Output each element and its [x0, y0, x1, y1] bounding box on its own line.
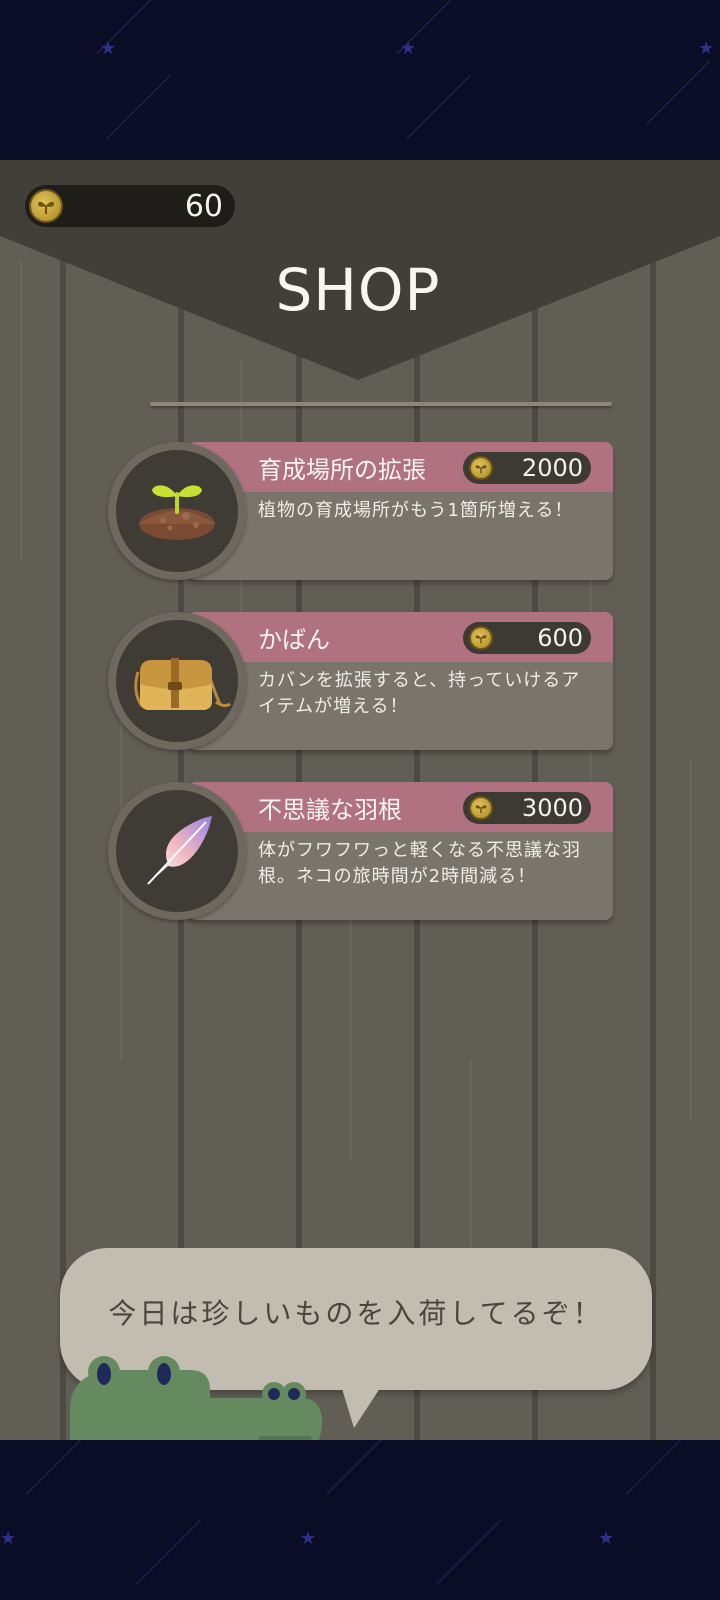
star-icon: ★	[100, 38, 117, 59]
star-icon: ★	[598, 1528, 615, 1549]
shopkeeper-message: 今日は珍しいものを入荷してるぞ！	[108, 1297, 604, 1330]
shop-panel: 60 SHOP 育成場所の拡張 2000 植物の育成場所がもう1箇所増える！ か…	[0, 160, 720, 1440]
item-description: 体がフワフワっと軽くなる不思議な羽根。ネコの旅時間が2時間減る！	[258, 840, 581, 887]
star-icon: ★	[0, 1528, 17, 1549]
item-header: かばん 600	[188, 612, 613, 662]
speech-bubble-tail	[340, 1382, 384, 1428]
coin-count: 60	[184, 189, 223, 224]
item-name: 不思議な羽根	[258, 796, 402, 824]
shop-item-expand-field[interactable]: 育成場所の拡張 2000 植物の育成場所がもう1箇所増える！	[108, 442, 613, 580]
shop-item-bag[interactable]: かばん 600 カバンを拡張すると、持っていけるアイテムが増える！	[108, 612, 613, 750]
item-description: 植物の育成場所がもう1箇所増える！	[258, 500, 574, 521]
star-icon: ★	[300, 1528, 317, 1549]
coin-icon	[29, 189, 63, 223]
item-price-badge: 3000	[463, 792, 591, 824]
item-icon-badge	[108, 442, 246, 580]
item-icon-badge	[108, 782, 246, 920]
star-icon: ★	[698, 38, 715, 59]
item-header: 不思議な羽根 3000	[188, 782, 613, 832]
feather-icon	[147, 816, 212, 885]
item-description: カバンを拡張すると、持っていけるアイテムが増える！	[258, 670, 581, 717]
item-price: 3000	[521, 794, 583, 822]
crocodile-shopkeeper	[70, 1356, 322, 1440]
coin-icon	[469, 626, 493, 650]
shop-item-feather[interactable]: 不思議な羽根 3000 体がフワフワっと軽くなる不思議な羽根。ネコの旅時間が2時…	[108, 782, 613, 920]
page-title: SHOP	[275, 256, 441, 324]
item-name: 育成場所の拡張	[258, 456, 426, 484]
item-price-badge: 2000	[463, 452, 591, 484]
space-background-bottom: ★ ★ ★	[0, 1440, 720, 1600]
bag-icon	[134, 658, 231, 710]
coin-balance: 60	[25, 185, 235, 227]
item-price: 2000	[521, 454, 583, 482]
sprout-soil-icon	[139, 485, 215, 540]
item-price: 600	[537, 624, 583, 652]
item-header: 育成場所の拡張 2000	[188, 442, 613, 492]
list-top-divider	[150, 402, 612, 406]
star-icon: ★	[400, 38, 417, 59]
item-price-badge: 600	[463, 622, 591, 654]
item-name: かばん	[258, 626, 330, 654]
coin-icon	[469, 456, 493, 480]
item-icon-badge	[108, 612, 246, 750]
coin-icon	[469, 796, 493, 820]
space-background-top: ★ ★ ★	[0, 0, 720, 160]
